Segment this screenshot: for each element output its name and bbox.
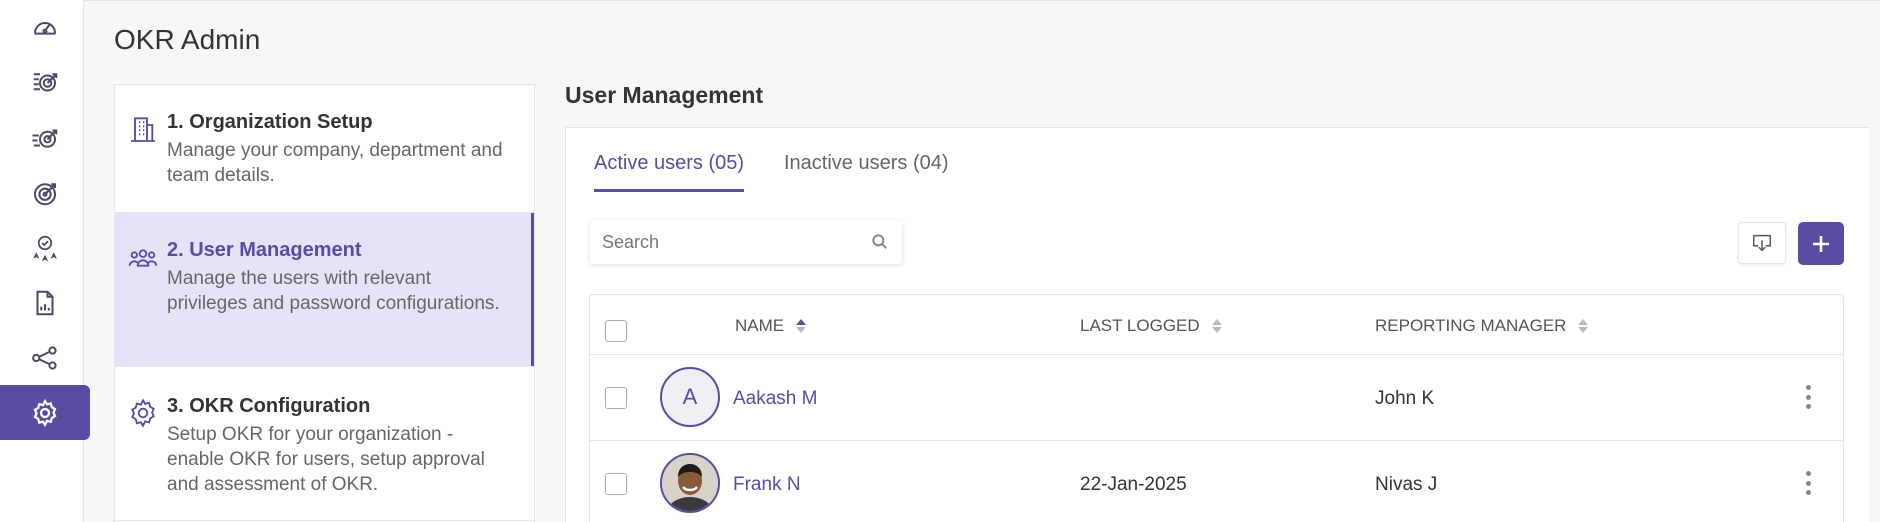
building-icon: [131, 117, 155, 142]
avatar-photo: [660, 453, 720, 513]
row-checkbox[interactable]: [605, 473, 627, 495]
download-icon: [1753, 234, 1771, 252]
sort-icon: [1578, 319, 1589, 333]
row-menu-icon[interactable]: [1803, 385, 1813, 409]
step-divider: [115, 520, 534, 521]
select-all-checkbox[interactable]: [605, 320, 627, 342]
add-user-button[interactable]: [1798, 222, 1844, 265]
rail-alignment[interactable]: [0, 330, 90, 385]
dashboard-icon: [34, 21, 56, 35]
avatar-initial: A: [682, 384, 698, 409]
step-description: Manage your company, department and team…: [167, 140, 503, 186]
step-description: Manage the users with relevant privilege…: [167, 268, 500, 314]
users-table: NAME LAST LOGGED REPORTING MANAGER A Aak…: [589, 294, 1844, 522]
column-header-name[interactable]: NAME: [735, 316, 807, 336]
tab-active-users[interactable]: Active users (05): [594, 152, 745, 192]
tab-inactive-users[interactable]: Inactive users (04): [784, 152, 949, 189]
rail-objectives[interactable]: [0, 55, 90, 110]
row-checkbox[interactable]: [605, 387, 627, 409]
rail-reports[interactable]: [0, 275, 90, 330]
step-user-management[interactable]: 2. User Management Manage the users with…: [115, 213, 534, 366]
rail-assessment[interactable]: [0, 220, 90, 275]
person-photo-icon: [662, 455, 718, 511]
step-organization-setup[interactable]: 1. Organization Setup Manage your compan…: [115, 85, 534, 212]
rail-settings[interactable]: [0, 385, 90, 440]
gear-outline-icon: [131, 398, 155, 428]
rail-dashboard[interactable]: [0, 0, 90, 55]
section-title: User Management: [565, 82, 764, 108]
report-icon: [36, 290, 54, 315]
column-header-label: LAST LOGGED: [1080, 316, 1200, 335]
page-title: OKR Admin: [114, 24, 261, 55]
column-header-label: REPORTING MANAGER: [1375, 316, 1567, 335]
last-logged-value: 22-Jan-2025: [1080, 474, 1187, 495]
setup-steps: 1. Organization Setup Manage your compan…: [114, 84, 535, 522]
step-title: 2. User Management: [167, 239, 362, 261]
download-button[interactable]: [1738, 222, 1786, 264]
gear-icon: [33, 398, 57, 427]
rail-targets[interactable]: [0, 165, 90, 220]
checklist-target-icon: [33, 72, 58, 91]
row-divider: [590, 440, 1843, 441]
search-input[interactable]: [602, 231, 870, 253]
fast-target-icon: [32, 129, 58, 148]
user-name-link[interactable]: Frank N: [733, 474, 801, 496]
search-box: [590, 220, 902, 264]
row-menu-icon[interactable]: [1803, 471, 1813, 495]
step-okr-configuration[interactable]: 3. OKR Configuration Setup OKR for your …: [115, 367, 534, 520]
top-divider: [84, 0, 1880, 1]
sort-icon: [796, 319, 807, 333]
plus-icon: [1813, 235, 1829, 252]
reporting-manager-value: John K: [1375, 388, 1435, 409]
users-group-icon: [128, 249, 158, 267]
step-description: Setup OKR for your organization - enable…: [167, 424, 485, 495]
icon-rail: [0, 0, 90, 522]
target-icon: [34, 182, 56, 205]
column-header-label: NAME: [735, 316, 785, 335]
reporting-manager-value: Nivas J: [1375, 474, 1438, 495]
avatar: A: [660, 367, 720, 427]
step-title: 1. Organization Setup: [167, 111, 373, 133]
column-header-reporting-manager[interactable]: REPORTING MANAGER: [1375, 316, 1589, 336]
search-icon[interactable]: [870, 232, 890, 252]
user-name-link[interactable]: Aakash M: [733, 388, 817, 410]
step-title: 3. OKR Configuration: [167, 395, 371, 417]
award-stars-icon: [33, 235, 57, 261]
row-divider: [590, 354, 1843, 355]
rail-key-results[interactable]: [0, 110, 90, 165]
column-header-last-logged[interactable]: LAST LOGGED: [1080, 316, 1222, 336]
network-icon: [32, 345, 57, 370]
sort-icon: [1211, 319, 1222, 333]
